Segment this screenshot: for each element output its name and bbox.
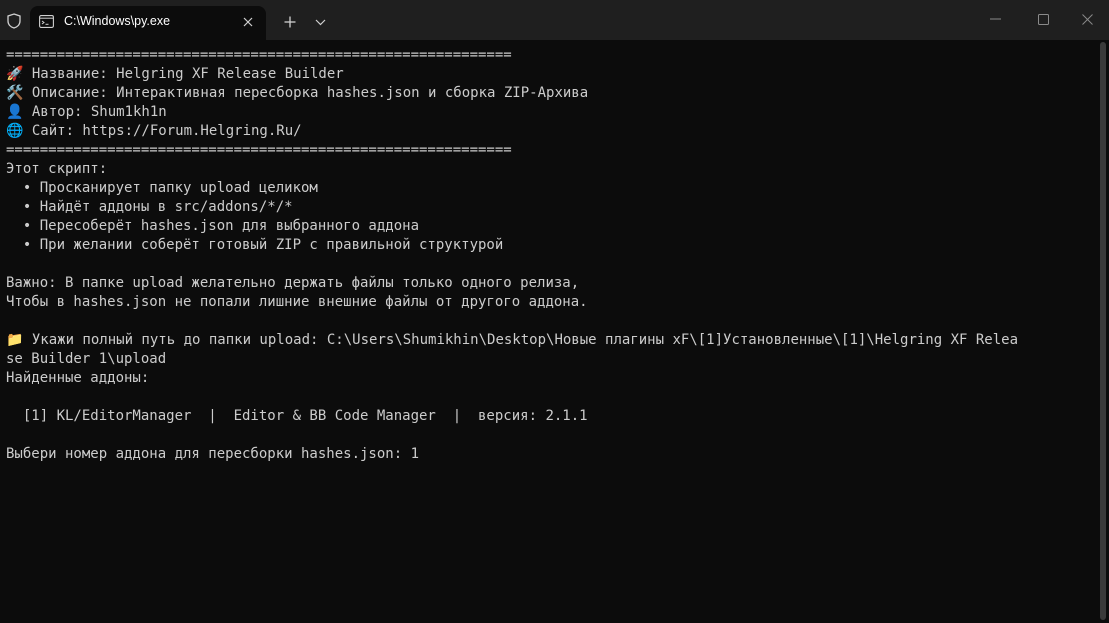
- console-line: 👤 Автор: Shum1kh1n: [6, 104, 167, 120]
- console-line: • Найдёт аддоны в src/addons/*/*: [6, 199, 293, 215]
- minimize-button[interactable]: [972, 0, 1018, 38]
- console-line: • Просканирует папку upload целиком: [6, 180, 318, 196]
- scrollbar[interactable]: [1100, 42, 1106, 620]
- close-icon: [1081, 13, 1093, 25]
- console-line: • Пересоберёт hashes.json для выбранного…: [6, 218, 420, 234]
- chevron-down-icon[interactable]: [310, 12, 330, 32]
- console-line: ========================================…: [6, 47, 512, 63]
- close-icon[interactable]: [240, 14, 256, 30]
- console-line: Выбери номер аддона для пересборки hashe…: [6, 446, 420, 462]
- console-line: 🛠️ Описание: Интерактивная пересборка ha…: [6, 85, 589, 101]
- console-line: 🚀 Название: Helgring XF Release Builder: [6, 66, 344, 82]
- terminal-window: C:\Windows\py.exe ======================…: [0, 0, 1109, 623]
- console-line: 📁 Укажи полный путь до папки upload: C:\…: [6, 332, 1019, 348]
- console-line: Чтобы в hashes.json не попали лишние вне…: [6, 294, 588, 310]
- close-window-button[interactable]: [1064, 0, 1109, 38]
- console-output[interactable]: ========================================…: [6, 46, 1091, 623]
- console-line: se Builder 1\upload: [6, 351, 167, 367]
- tab-py-exe[interactable]: C:\Windows\py.exe: [30, 6, 266, 40]
- title-bar: C:\Windows\py.exe: [0, 0, 1109, 40]
- console-line: Найденные аддоны:: [6, 370, 150, 386]
- console-line: 🌐 Сайт: https://Forum.Helgring.Ru/: [6, 123, 302, 139]
- maximize-button[interactable]: [1020, 0, 1066, 38]
- plus-icon[interactable]: [280, 12, 300, 32]
- shield-icon[interactable]: [5, 12, 23, 30]
- console-line: [1] KL/EditorManager | Editor & BB Code …: [6, 408, 588, 424]
- minimize-icon: [989, 18, 1001, 20]
- terminal-icon: [39, 15, 54, 28]
- tab-title: C:\Windows\py.exe: [64, 14, 171, 28]
- console-line: Важно: В папке upload желательно держать…: [6, 275, 580, 291]
- console-line: Этот скрипт:: [6, 161, 108, 177]
- console-line: • При желании соберёт готовый ZIP с прав…: [6, 237, 504, 253]
- maximize-icon: [1037, 13, 1049, 25]
- console-line: ========================================…: [6, 142, 512, 158]
